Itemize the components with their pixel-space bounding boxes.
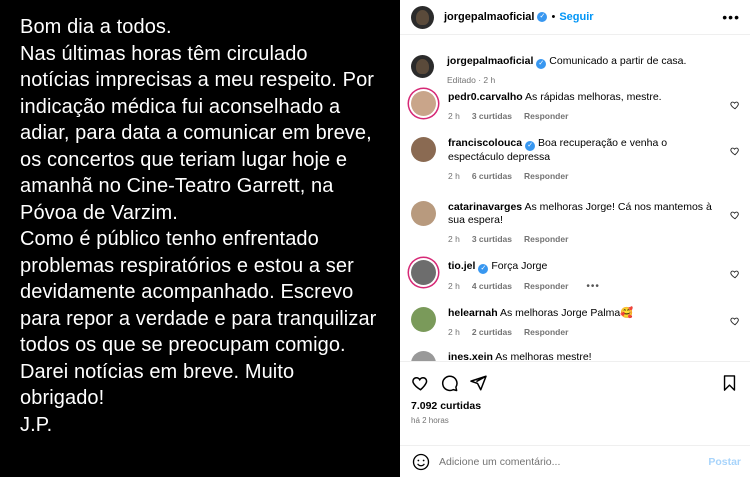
post-text-line: devidamente acompanhado. Escrevo — [20, 281, 354, 303]
comment-like-heart-icon[interactable] — [730, 100, 740, 113]
commenter-avatar[interactable] — [411, 351, 436, 361]
add-comment-bar: Postar — [400, 445, 750, 477]
reply-button[interactable]: Responder — [524, 234, 568, 244]
commenter-username[interactable]: franciscolouca — [448, 137, 522, 149]
action-bar: 7.092 curtidas há 2 horas — [400, 361, 750, 445]
separator-dot: • — [551, 11, 556, 23]
reply-button[interactable]: Responder — [524, 281, 568, 291]
caption-text: Comunicado a partir de casa. — [549, 55, 687, 67]
verified-badge-icon: ✓ — [525, 141, 536, 151]
comment-likes[interactable]: 6 curtidas — [472, 171, 512, 181]
comment-like-heart-icon[interactable] — [730, 316, 740, 329]
more-options-icon[interactable]: ••• — [722, 9, 740, 25]
post-comment-button[interactable]: Postar — [708, 456, 741, 468]
post-image-text: Bom dia a todos. Nas últimas horas têm ci… — [20, 14, 380, 438]
post-text-line: Bom dia a todos. — [20, 16, 172, 38]
comment-item: pedr0.carvalho As rápidas melhoras, mest… — [411, 91, 740, 123]
comment-text: As rápidas melhoras, mestre. — [525, 91, 662, 103]
commenter-username[interactable]: ines.xein — [448, 351, 493, 361]
comment-item: catarinavarges As melhoras Jorge! Cá nos… — [411, 201, 740, 246]
comment-like-heart-icon[interactable] — [730, 210, 740, 223]
author-username[interactable]: jorgepalmaoficial — [444, 11, 534, 23]
comment-item: tio.jel ✓ Força Jorge 2 h 4 curtidas Respond… — [411, 260, 740, 293]
post-time: há 2 horas — [411, 416, 449, 425]
post-image: Bom dia a todos. Nas últimas horas têm ci… — [0, 0, 400, 477]
bookmark-icon[interactable] — [721, 374, 738, 392]
author-avatar[interactable] — [411, 5, 434, 29]
comment-text: As melhoras Jorge Palma — [499, 307, 621, 319]
commenter-username[interactable]: helearnah — [448, 307, 498, 319]
caption-meta: Editado · 2 h — [447, 75, 496, 85]
reply-button[interactable]: Responder — [524, 171, 568, 181]
comment-item: franciscolouca ✓ Boa recuperação e venha … — [411, 137, 740, 183]
commenter-username[interactable]: pedr0.carvalho — [448, 91, 523, 103]
commenter-avatar[interactable] — [411, 201, 436, 226]
commenter-avatar[interactable] — [411, 91, 436, 116]
post-text-line: obrigado! — [20, 387, 105, 409]
follow-button[interactable]: Seguir — [559, 11, 593, 23]
emoji-icon[interactable] — [412, 453, 430, 471]
comment-time: 2 h — [448, 111, 460, 121]
commenter-avatar[interactable] — [411, 260, 436, 285]
reply-button[interactable]: Responder — [524, 111, 568, 121]
post-text-line: problemas respiratórios e estou a ser — [20, 254, 354, 277]
post-header: jorgepalmaoficial ✓ • Seguir ••• — [400, 0, 750, 35]
comment-time: 2 h — [448, 281, 460, 291]
verified-badge-icon: ✓ — [478, 264, 489, 274]
comment-more-icon[interactable]: ••• — [586, 281, 600, 292]
comment-time: 2 h — [448, 327, 460, 337]
comment-meta: 2 h 6 curtidas Responder — [448, 170, 718, 183]
post-text-line: indicação médica fui aconselhado a — [20, 95, 341, 118]
post-text-line: adiar, para data a comunicar em breve, — [20, 122, 372, 144]
post-text-line: todos os que se preocupam comigo. — [20, 334, 346, 356]
comment-meta: 2 h 2 curtidas Responder — [448, 326, 633, 339]
post-sidebar: jorgepalmaoficial ✓ • Seguir ••• jorgepa… — [400, 0, 750, 477]
verified-badge-icon: ✓ — [536, 59, 547, 69]
post-text-line: amanhã no Cine-Teatro Garrett, na — [20, 175, 334, 197]
comment-text: As melhoras mestre! — [495, 351, 592, 361]
post-text-line: os concertos que teriam lugar hoje e — [20, 148, 348, 171]
comment-meta: 2 h 4 curtidas Responder ••• — [448, 280, 612, 293]
comment-likes[interactable]: 3 curtidas — [472, 234, 512, 244]
post-text-line: para repor a verdade e para tranquilizar — [20, 307, 377, 330]
post-text-line: Darei notícias em breve. Muito — [20, 360, 295, 383]
comment-time: 2 h — [448, 234, 460, 244]
likes-count[interactable]: 7.092 curtidas — [411, 400, 738, 412]
commenter-username[interactable]: tio.jel — [448, 260, 475, 272]
comment-item: ines.xein As melhoras mestre! — [411, 351, 740, 361]
comment-icon[interactable] — [440, 374, 459, 392]
share-icon[interactable] — [469, 374, 488, 392]
comment-meta: 2 h 3 curtidas Responder — [448, 110, 662, 123]
comment-likes[interactable]: 3 curtidas — [472, 111, 512, 121]
post-text-line: notícias imprecisas a meu respeito. Por — [20, 69, 375, 91]
post-text-line: Como é público tenho enfrentado — [20, 228, 319, 250]
comment-like-heart-icon[interactable] — [730, 269, 740, 282]
comment-time: 2 h — [448, 171, 460, 181]
reply-button[interactable]: Responder — [524, 327, 568, 337]
commenter-avatar[interactable] — [411, 137, 436, 162]
comment-like-heart-icon[interactable] — [730, 146, 740, 159]
caption-avatar[interactable] — [411, 55, 434, 78]
comment-input[interactable] — [439, 455, 709, 468]
comment-emoji: 🥰 — [620, 307, 634, 319]
comments-list[interactable]: jorgepalmaoficial ✓ Comunicado a partir d… — [400, 35, 750, 361]
commenter-avatar[interactable] — [411, 307, 436, 332]
caption-username[interactable]: jorgepalmaoficial — [447, 55, 533, 67]
post-caption: jorgepalmaoficial ✓ Comunicado a partir d… — [411, 35, 740, 91]
verified-badge-icon: ✓ — [537, 12, 548, 22]
comment-meta: 2 h 3 curtidas Responder — [448, 233, 718, 246]
post-text-line: Nas últimas horas têm circulado — [20, 42, 308, 65]
comment-item: helearnah As melhoras Jorge Palma🥰 2 h 2 c… — [411, 307, 740, 339]
comment-like-heart-icon[interactable] — [730, 360, 740, 361]
heart-icon[interactable] — [411, 374, 430, 392]
post-text-line: Póvoa de Varzim. — [20, 201, 178, 224]
post-text-line: J.P. — [20, 413, 53, 436]
comment-likes[interactable]: 4 curtidas — [472, 281, 512, 291]
comment-likes[interactable]: 2 curtidas — [472, 327, 512, 337]
comment-text: Força Jorge — [491, 260, 548, 272]
commenter-username[interactable]: catarinavarges — [448, 201, 522, 213]
